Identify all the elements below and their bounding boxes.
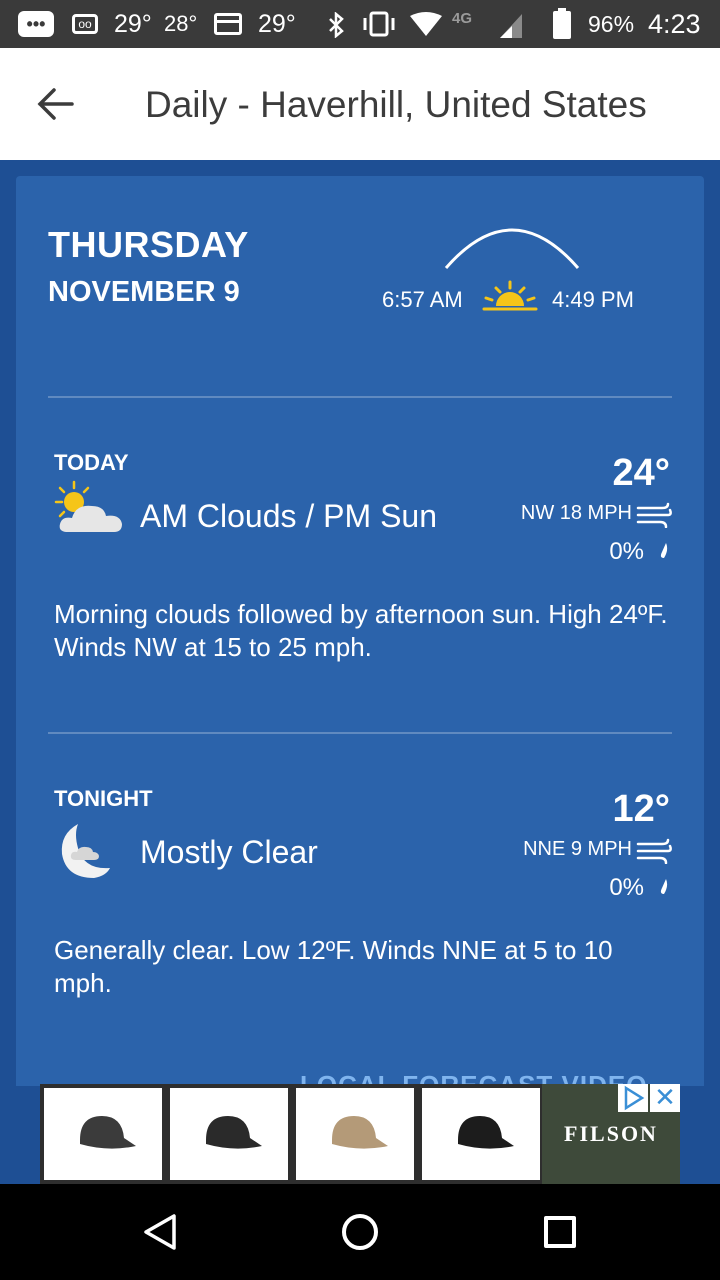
voicemail-icon: oo [72,14,98,34]
sunrise-time: 6:57 AM [382,287,463,312]
ad-product-image[interactable] [296,1088,414,1180]
wifi-icon [410,12,442,36]
description-tonight: Generally clear. Low 12ºF. Winds NNE at … [54,935,613,998]
moon-cloud-icon [61,824,110,878]
network-type: 4G [452,9,473,27]
ad-product-image[interactable] [44,1088,162,1180]
ad-banner[interactable]: FILSON ✕ [40,1084,680,1184]
precip-today: 0% [609,538,644,565]
cap-icon [458,1116,514,1149]
period-condition-today: AM Clouds / PM Sun [140,498,437,534]
cap-icon [80,1116,136,1149]
period-label-today: TODAY [54,450,129,475]
status-temp-3: 29° [258,9,296,38]
back-arrow-icon[interactable] [36,86,76,122]
wind-icon [636,502,672,528]
app-bar: Daily - Haverhill, United States [0,48,720,160]
raindrop-icon [660,879,668,894]
raindrop-icon [660,543,668,558]
temp-tonight: 12° [612,788,670,830]
vibrate-icon [363,11,395,37]
forecast-card: THURSDAY NOVEMBER 9 6:57 AM 4:49 PM TODA… [16,176,704,1086]
precip-tonight: 0% [609,874,644,901]
period-condition-tonight: Mostly Clear [140,834,318,870]
status-temp-2: 28° [164,11,198,36]
ad-product-image[interactable] [422,1088,540,1180]
cap-icon [332,1116,388,1149]
battery-percent: 96% [588,10,635,37]
partly-sunny-icon [54,480,122,532]
nav-home-icon[interactable] [342,1214,378,1250]
day-name: THURSDAY [48,224,249,265]
ad-product-image[interactable] [170,1088,288,1180]
nav-recents-icon[interactable] [544,1216,576,1248]
nav-bar [0,1184,720,1280]
status-bar: ••• oo 29° 28° 29° 4G 96% 4:23 [0,0,720,48]
wind-today: NW 18 MPH [520,502,632,524]
status-time: 4:23 [648,8,701,39]
ad-close-button[interactable]: ✕ [650,1084,680,1112]
card-icon [214,13,242,35]
wind-tonight: NNE 9 MPH [523,838,632,860]
divider [48,732,672,734]
sun-arc-icon [444,228,580,269]
status-temp-1: 29° [114,9,152,38]
description-today: Morning clouds followed by afternoon sun… [54,599,668,662]
signal-icon [500,14,522,38]
nav-back-icon[interactable] [140,1212,180,1252]
adchoices-icon[interactable] [618,1084,648,1112]
bluetooth-icon [329,12,344,38]
battery-icon [553,8,571,39]
messages-icon: ••• [18,11,54,37]
wind-icon [636,838,672,864]
divider [48,396,672,398]
temp-today: 24° [612,452,670,494]
day-date: NOVEMBER 9 [48,276,240,308]
cap-icon [206,1116,262,1149]
page-title: Daily - Haverhill, United States [145,84,647,125]
sunset-time: 4:49 PM [552,287,634,312]
sun-icon [482,280,538,311]
period-label-tonight: TONIGHT [54,786,153,811]
